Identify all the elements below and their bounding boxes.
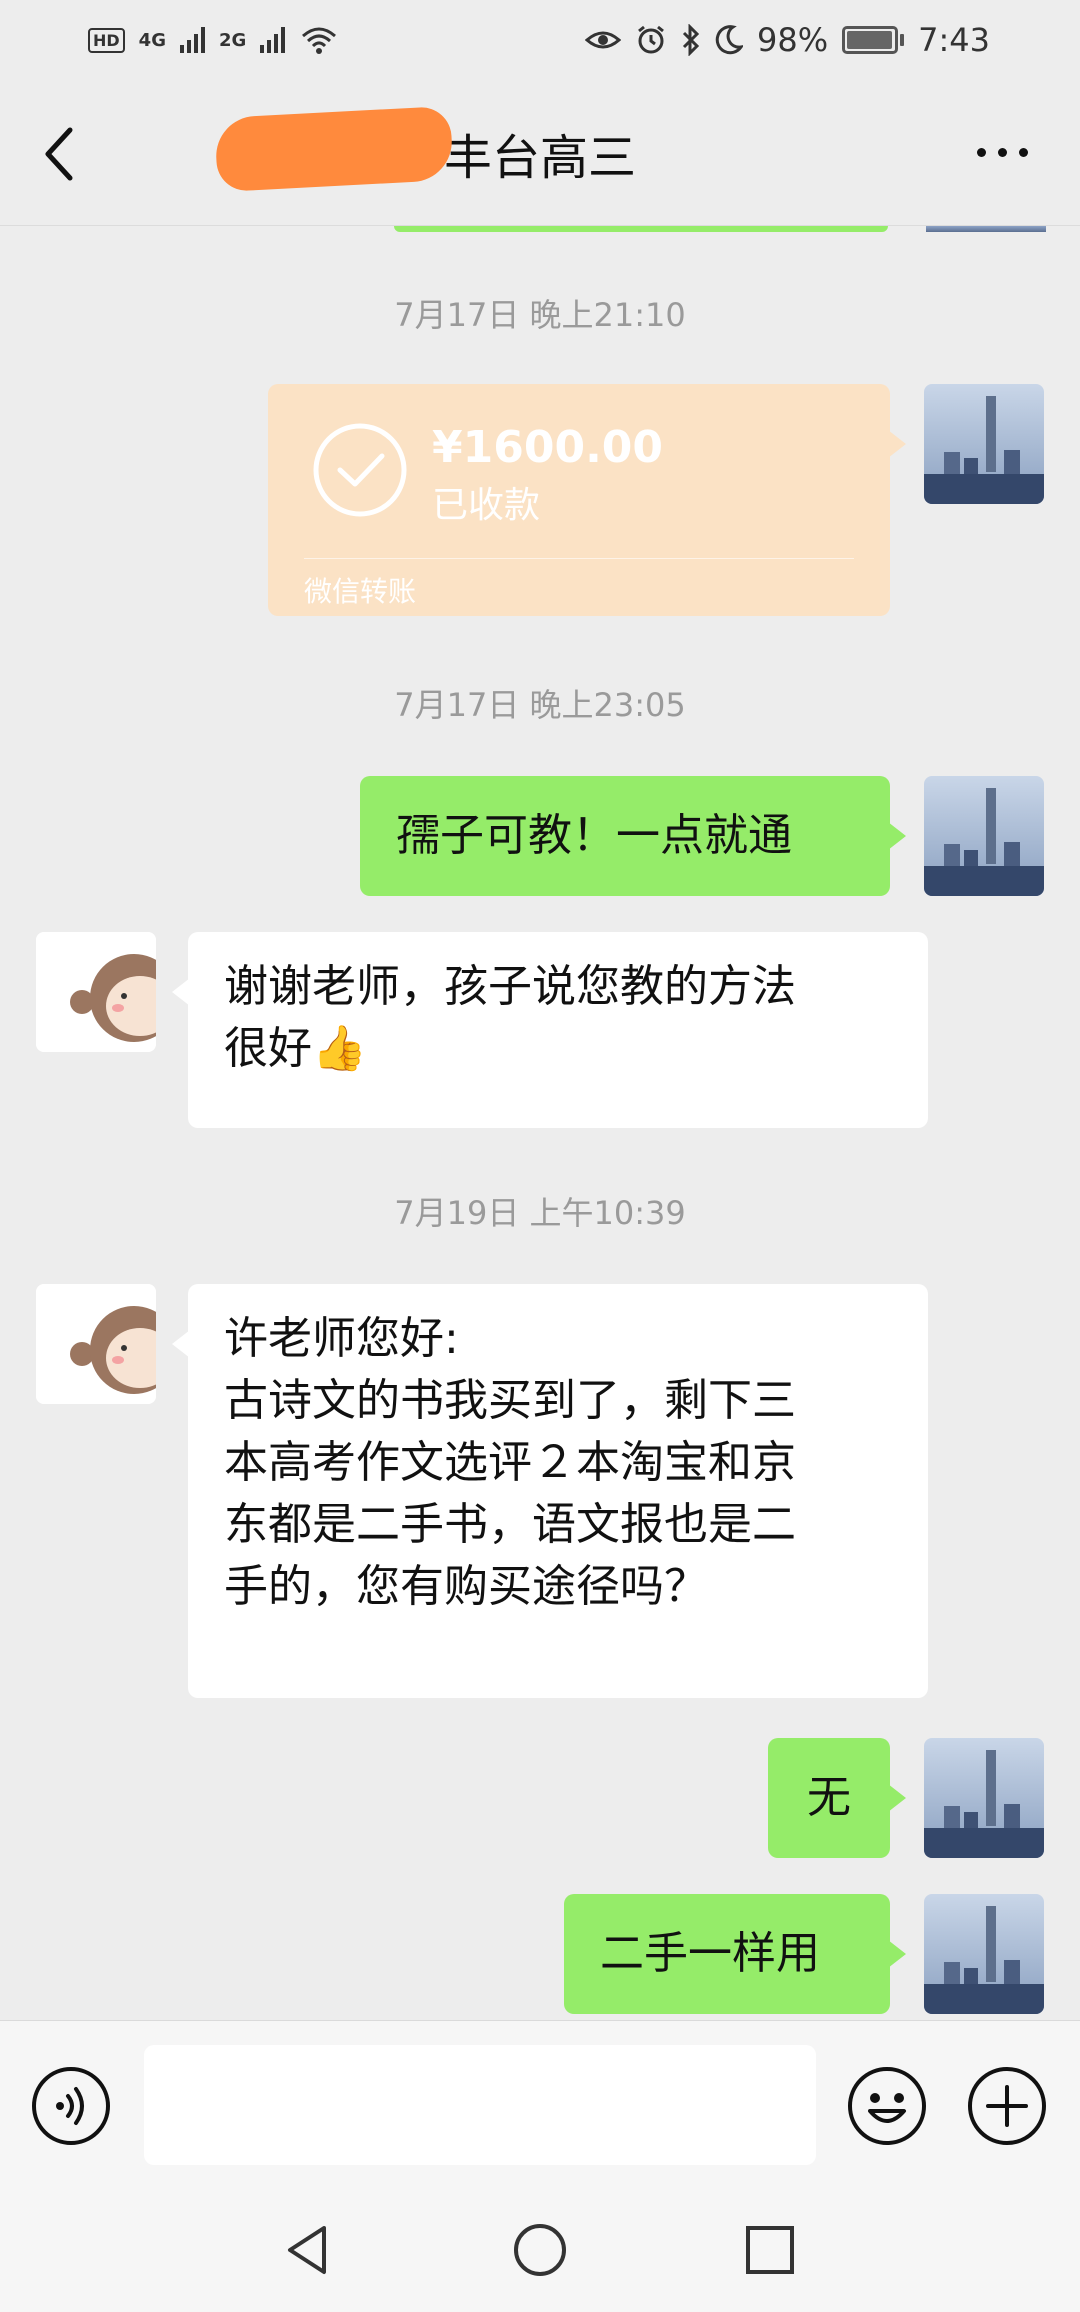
voice-icon[interactable] [30, 2065, 112, 2147]
timestamp: 7月17日 晚上23:05 [394, 686, 686, 724]
monkey-avatar-image [36, 932, 156, 1052]
emoji-icon[interactable] [846, 2065, 928, 2147]
message-bubble-received[interactable]: 谢谢老师，孩子说您教的方法 很好👍 [172, 932, 928, 1128]
status-bar: HD 4G 2G 98% 7:43 [0, 0, 1080, 80]
wifi-icon [302, 27, 337, 54]
contact-avatar[interactable] [36, 1284, 156, 1404]
city-skyline-image [924, 384, 1044, 504]
timestamp: 7月17日 晚上21:10 [394, 296, 686, 334]
message-bubble-sent[interactable]: 二手一样用 [564, 1894, 906, 2014]
plus-icon[interactable] [966, 2065, 1048, 2147]
message-input[interactable] [144, 2045, 816, 2165]
message-text: 无 [807, 1772, 851, 1823]
system-nav-bar [0, 2190, 1080, 2312]
eye-icon [585, 31, 622, 49]
transfer-card[interactable]: ¥1600.00 已收款 微信转账 [268, 384, 906, 616]
message-text: 古诗文的书我买到了，剩下三 [224, 1375, 796, 1426]
status-right: 98% 7:43 [585, 21, 990, 59]
signal-icon-2 [260, 27, 286, 53]
back-triangle-icon[interactable] [278, 2220, 338, 2280]
my-avatar[interactable] [924, 1738, 1044, 1858]
my-avatar[interactable] [924, 776, 1044, 896]
status-left: HD 4G 2G [88, 25, 339, 55]
transfer-divider [304, 558, 854, 559]
message-bubble-sent[interactable]: 无 [768, 1738, 906, 1858]
battery-fill [847, 31, 893, 49]
message-list[interactable]: 7月17日 晚上21:10 ¥1600.00 已收款 微信转账 7月17日 晚上… [0, 226, 1080, 2020]
network-type-1: 4G [138, 29, 166, 51]
city-skyline-image [924, 1738, 1044, 1858]
check-circle-icon [313, 423, 407, 517]
bluetooth-icon [682, 24, 700, 56]
more-options-icon[interactable] [962, 132, 1042, 172]
chat-title: 丰台高三 [443, 129, 636, 186]
message-bubble-received[interactable]: 许老师您好: 古诗文的书我买到了，剩下三 本高考作文选评２本淘宝和京 东都是二手… [172, 1284, 928, 1698]
message-text: 许老师您好: [224, 1313, 459, 1364]
transfer-status: 已收款 [432, 485, 541, 526]
back-arrow-icon[interactable] [38, 124, 98, 184]
home-circle-icon[interactable] [510, 2220, 570, 2280]
my-avatar[interactable] [924, 384, 1044, 504]
message-text: 二手一样用 [600, 1928, 820, 1979]
message-text: 东都是二手书，语文报也是二 [224, 1499, 796, 1550]
transfer-caption: 微信转账 [304, 575, 417, 608]
hd-icon: HD [88, 27, 125, 53]
chat-title-wrap: 丰台高三 [214, 105, 636, 192]
contact-avatar[interactable] [36, 932, 156, 1052]
transfer-amount: ¥1600.00 [432, 422, 664, 473]
city-skyline-image [924, 776, 1044, 896]
signal-icon [179, 27, 205, 53]
message-bubble-sent[interactable]: 孺子可教！一点就通 [360, 776, 906, 896]
city-skyline-image [924, 1894, 1044, 2014]
monkey-avatar-image [36, 1284, 156, 1404]
message-text: 孺子可教！一点就通 [396, 810, 792, 861]
network-type-2: 2G [218, 29, 247, 51]
previous-avatar-edge [926, 226, 1046, 232]
message-text: 很好👍 [224, 1023, 367, 1074]
battery-percent: 98% [757, 21, 829, 59]
chat-header: 丰台高三 [0, 80, 1080, 226]
clock: 7:43 [918, 21, 990, 59]
redaction-mark [214, 105, 454, 192]
my-avatar[interactable] [924, 1894, 1044, 2014]
message-text: 本高考作文选评２本淘宝和京 [224, 1437, 796, 1488]
message-text: 手的，您有购买途径吗？ [224, 1561, 708, 1612]
timestamp: 7月19日 上午10:39 [394, 1194, 686, 1232]
battery-icon [842, 26, 905, 54]
alarm-icon [638, 25, 664, 54]
input-bar [0, 2020, 1080, 2190]
recents-square-icon[interactable] [740, 2220, 800, 2280]
message-text: 谢谢老师，孩子说您教的方法 [224, 961, 796, 1012]
previous-message-edge [394, 226, 888, 232]
moon-icon [715, 25, 744, 55]
